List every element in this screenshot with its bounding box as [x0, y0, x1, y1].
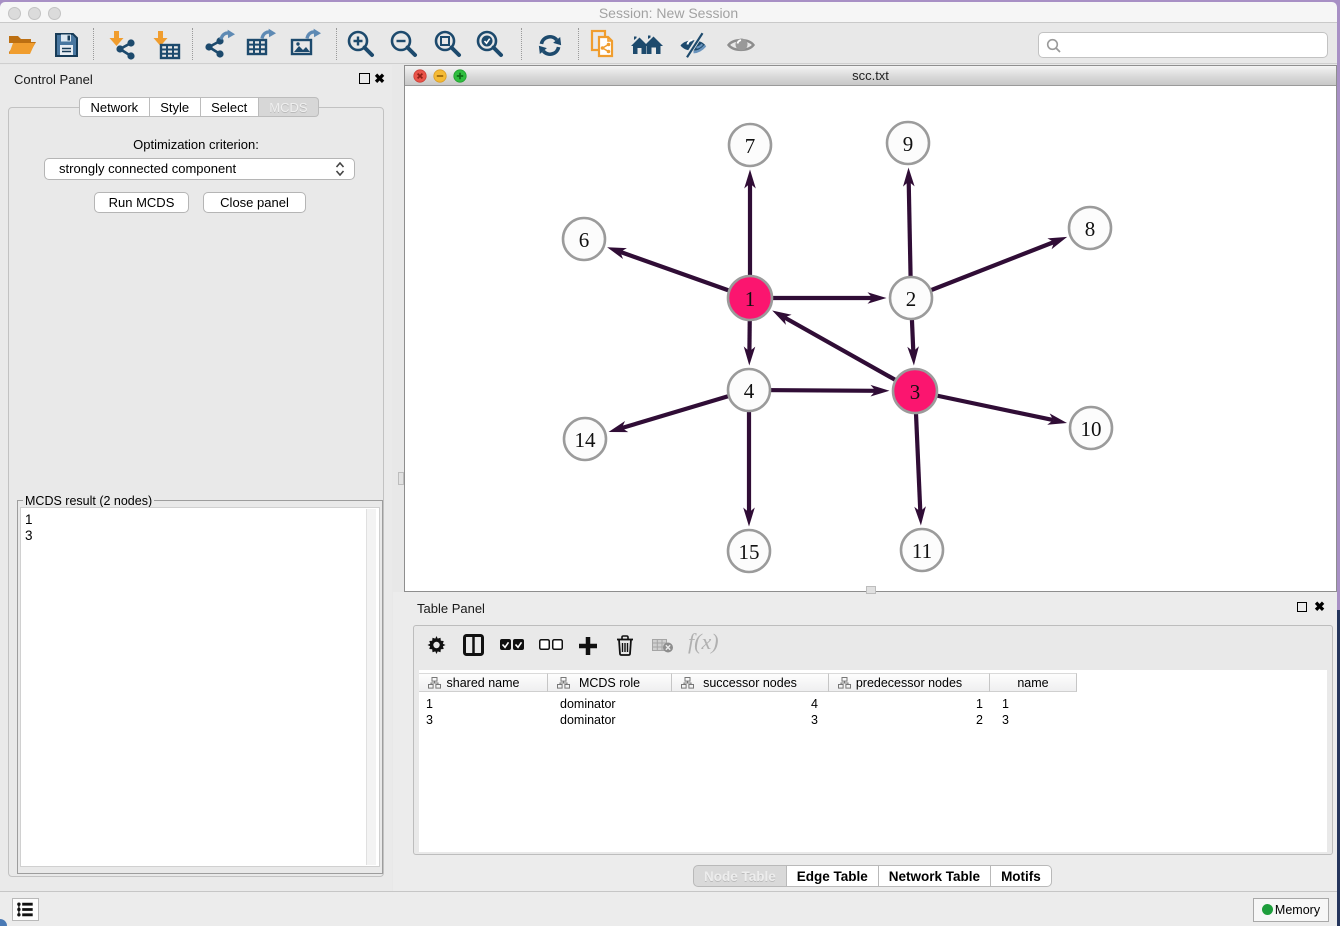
- svg-text:10: 10: [1081, 417, 1102, 441]
- svg-text:1: 1: [745, 287, 756, 311]
- svg-text:6: 6: [579, 228, 590, 252]
- svg-text:15: 15: [739, 540, 760, 564]
- svg-text:9: 9: [903, 132, 914, 156]
- svg-text:14: 14: [575, 428, 597, 452]
- svg-text:2: 2: [906, 287, 917, 311]
- svg-text:8: 8: [1085, 217, 1096, 241]
- svg-text:4: 4: [744, 379, 755, 403]
- svg-text:7: 7: [745, 134, 756, 158]
- svg-text:3: 3: [910, 380, 921, 404]
- svg-text:11: 11: [912, 539, 932, 563]
